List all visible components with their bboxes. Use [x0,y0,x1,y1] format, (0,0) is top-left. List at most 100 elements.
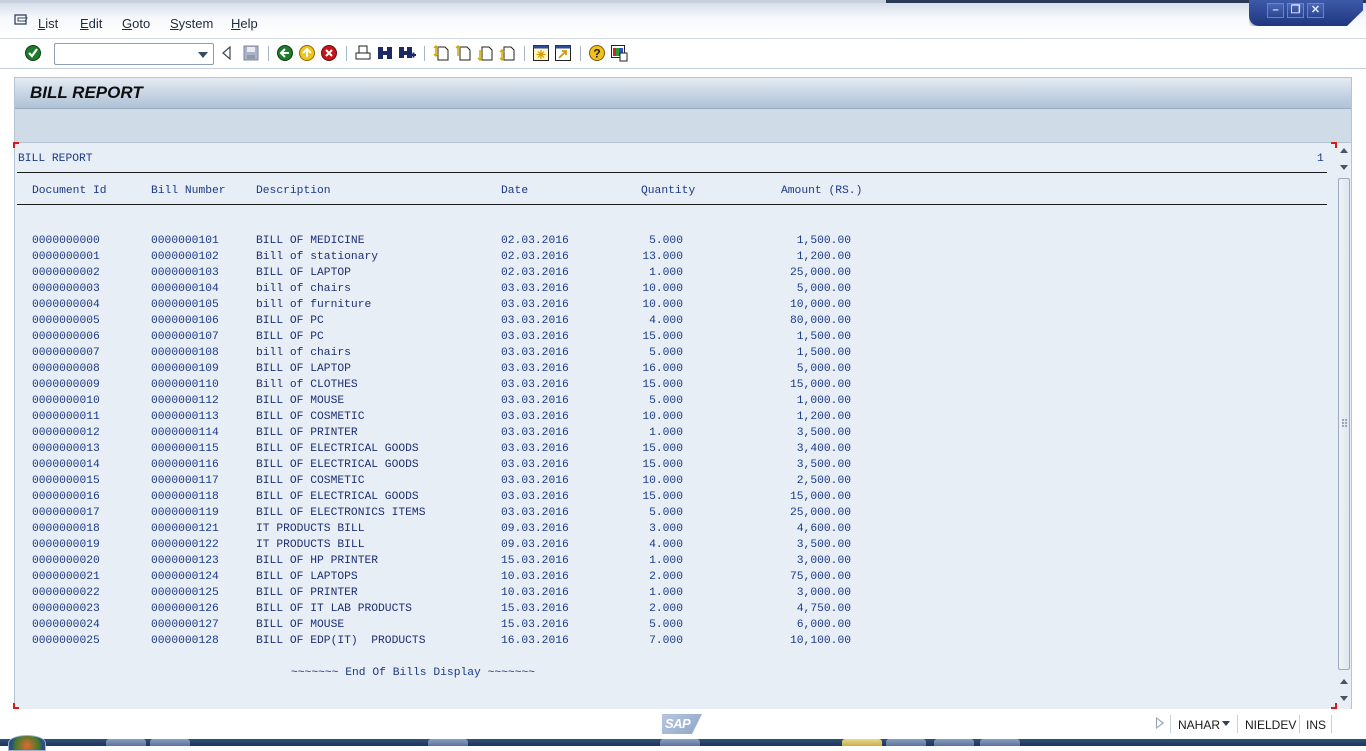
scroll-page-up-button[interactable] [1338,144,1350,158]
chevron-down-icon[interactable] [1222,721,1230,726]
taskbar-button[interactable] [842,739,882,746]
taskbar-button[interactable] [150,739,190,746]
table-row[interactable]: 0000000010 0000000112 BILL OF MOUSE 03.03.2… [15,395,915,411]
table-row[interactable]: 0000000005 0000000106 BILL OF PC 03.03.2016… [15,315,915,331]
taskbar-button[interactable] [886,739,926,746]
cell-amount: 1,500.00 [796,331,851,343]
taskbar-button[interactable] [934,739,974,746]
cell-date: 03.03.2016 [501,299,569,311]
vertical-scrollbar[interactable] [1337,143,1351,709]
cell-amount: 5,000.00 [796,283,851,295]
cell-date: 03.03.2016 [501,475,569,487]
start-button[interactable] [8,735,46,751]
table-row[interactable]: 0000000012 0000000114 BILL OF PRINTER 03.03… [15,427,915,443]
table-row[interactable]: 0000000024 0000000127 BILL OF MOUSE 15.03.2… [15,619,915,635]
table-row[interactable]: 0000000006 0000000107 BILL OF PC 03.03.2016… [15,331,915,347]
table-row[interactable]: 0000000021 0000000124 BILL OF LAPTOPS 10.03… [15,571,915,587]
table-row[interactable]: 0000000015 0000000117 BILL OF COSMETIC 03.0… [15,475,915,491]
table-row[interactable]: 0000000007 0000000108 bill of chairs 03.03.… [15,347,915,363]
table-row[interactable]: 0000000025 0000000128 BILL OF EDP(IT) PROD… [15,635,915,651]
first-page-icon[interactable] [432,44,450,62]
cell-description: Bill of CLOTHES [256,379,358,391]
back-icon[interactable] [276,44,294,62]
cell-bill-number: 0000000125 [151,587,219,599]
menu-edit[interactable]: Edit [80,16,102,31]
back-nav-icon[interactable] [218,44,236,62]
shortcut-icon[interactable] [554,44,572,62]
table-row[interactable]: 0000000017 0000000119 BILL OF ELECTRONICS … [15,507,915,523]
save-icon[interactable] [242,44,260,62]
cell-description: BILL OF PC [256,315,324,327]
cell-date: 03.03.2016 [501,363,569,375]
table-row[interactable]: 0000000018 0000000121 IT PRODUCTS BILL 09.0… [15,523,915,539]
taskbar-button[interactable] [660,739,700,746]
header-divider-top [17,172,1327,173]
minimize-button[interactable]: – [1267,3,1284,18]
command-field[interactable] [54,43,214,65]
create-session-icon[interactable] [532,44,550,62]
input-mode[interactable]: INS [1306,718,1326,732]
table-row[interactable]: 0000000001 0000000102 Bill of stationary 02… [15,251,915,267]
cell-quantity: 16.000 [642,363,683,375]
table-row[interactable]: 0000000022 0000000125 BILL OF PRINTER 10.03… [15,587,915,603]
system-name[interactable]: NAHAR [1178,718,1220,732]
table-row[interactable]: 0000000009 0000000110 Bill of CLOTHES 03.03… [15,379,915,395]
cell-quantity: 5.000 [649,347,683,359]
command-input[interactable] [55,44,190,64]
cancel-icon[interactable] [320,44,338,62]
taskbar-button[interactable] [980,739,1020,746]
toolbar-separator [268,46,269,61]
print-icon[interactable] [354,44,372,62]
table-row[interactable]: 0000000013 0000000115 BILL OF ELECTRICAL G… [15,443,915,459]
chevron-down-icon[interactable] [198,52,208,58]
table-row[interactable]: 0000000000 0000000101 BILL OF MEDICINE 02.0… [15,235,915,251]
find-next-icon[interactable] [398,44,416,62]
cell-quantity: 2.000 [649,571,683,583]
status-expand-icon[interactable] [1156,717,1164,729]
help-icon[interactable]: ? [588,44,606,62]
find-icon[interactable] [376,44,394,62]
restore-button[interactable]: ❐ [1287,3,1304,18]
customize-layout-icon[interactable] [610,44,628,62]
scroll-up-button[interactable] [1338,675,1350,689]
table-row[interactable]: 0000000002 0000000103 BILL OF LAPTOP 02.03.… [15,267,915,283]
close-button[interactable]: ✕ [1307,3,1324,18]
screen-title-bar: BILL REPORT [15,78,1351,109]
system-menu-icon[interactable] [14,14,29,27]
table-row[interactable]: 0000000019 0000000122 IT PRODUCTS BILL 09.0… [15,539,915,555]
next-page-icon[interactable] [476,44,494,62]
table-row[interactable]: 0000000008 0000000109 BILL OF LAPTOP 03.03.… [15,363,915,379]
screen-title: BILL REPORT [30,83,143,102]
close-icon: ✕ [1310,4,1321,16]
status-separator [1170,715,1171,733]
table-row[interactable]: 0000000020 0000000123 BILL OF HP PRINTER 15… [15,555,915,571]
exit-icon[interactable] [298,44,316,62]
enter-icon[interactable] [24,44,42,62]
cell-bill-number: 0000000104 [151,283,219,295]
taskbar-button[interactable] [106,739,146,746]
table-row[interactable]: 0000000003 0000000104 bill of chairs 03.03.… [15,283,915,299]
table-row[interactable]: 0000000014 0000000116 BILL OF ELECTRICAL G… [15,459,915,475]
menu-list[interactable]: List [38,16,58,31]
cell-amount: 1,500.00 [796,347,851,359]
cell-document-id: 0000000011 [32,411,100,423]
table-row[interactable]: 0000000011 0000000113 BILL OF COSMETIC 03.0… [15,411,915,427]
previous-page-icon[interactable] [454,44,472,62]
menu-system[interactable]: System [170,16,213,31]
scroll-page-down-button[interactable] [1338,160,1350,174]
table-row[interactable]: 0000000004 0000000105 bill of furniture 03.… [15,299,915,315]
cell-bill-number: 0000000118 [151,491,219,503]
cell-quantity: 1.000 [649,267,683,279]
cell-bill-number: 0000000103 [151,267,219,279]
taskbar-button[interactable] [428,739,468,746]
table-row[interactable]: 0000000023 0000000126 BILL OF IT LAB PRODU… [15,603,915,619]
menu-help[interactable]: Help [231,16,258,31]
cell-quantity: 7.000 [649,635,683,647]
cell-quantity: 15.000 [642,379,683,391]
table-row[interactable]: 0000000016 0000000118 BILL OF ELECTRICAL G… [15,491,915,507]
cell-date: 15.03.2016 [501,555,569,567]
scroll-down-button[interactable] [1338,691,1350,705]
menu-goto[interactable]: Goto [122,16,150,31]
scrollbar-thumb[interactable] [1338,178,1350,670]
last-page-icon[interactable] [498,44,516,62]
